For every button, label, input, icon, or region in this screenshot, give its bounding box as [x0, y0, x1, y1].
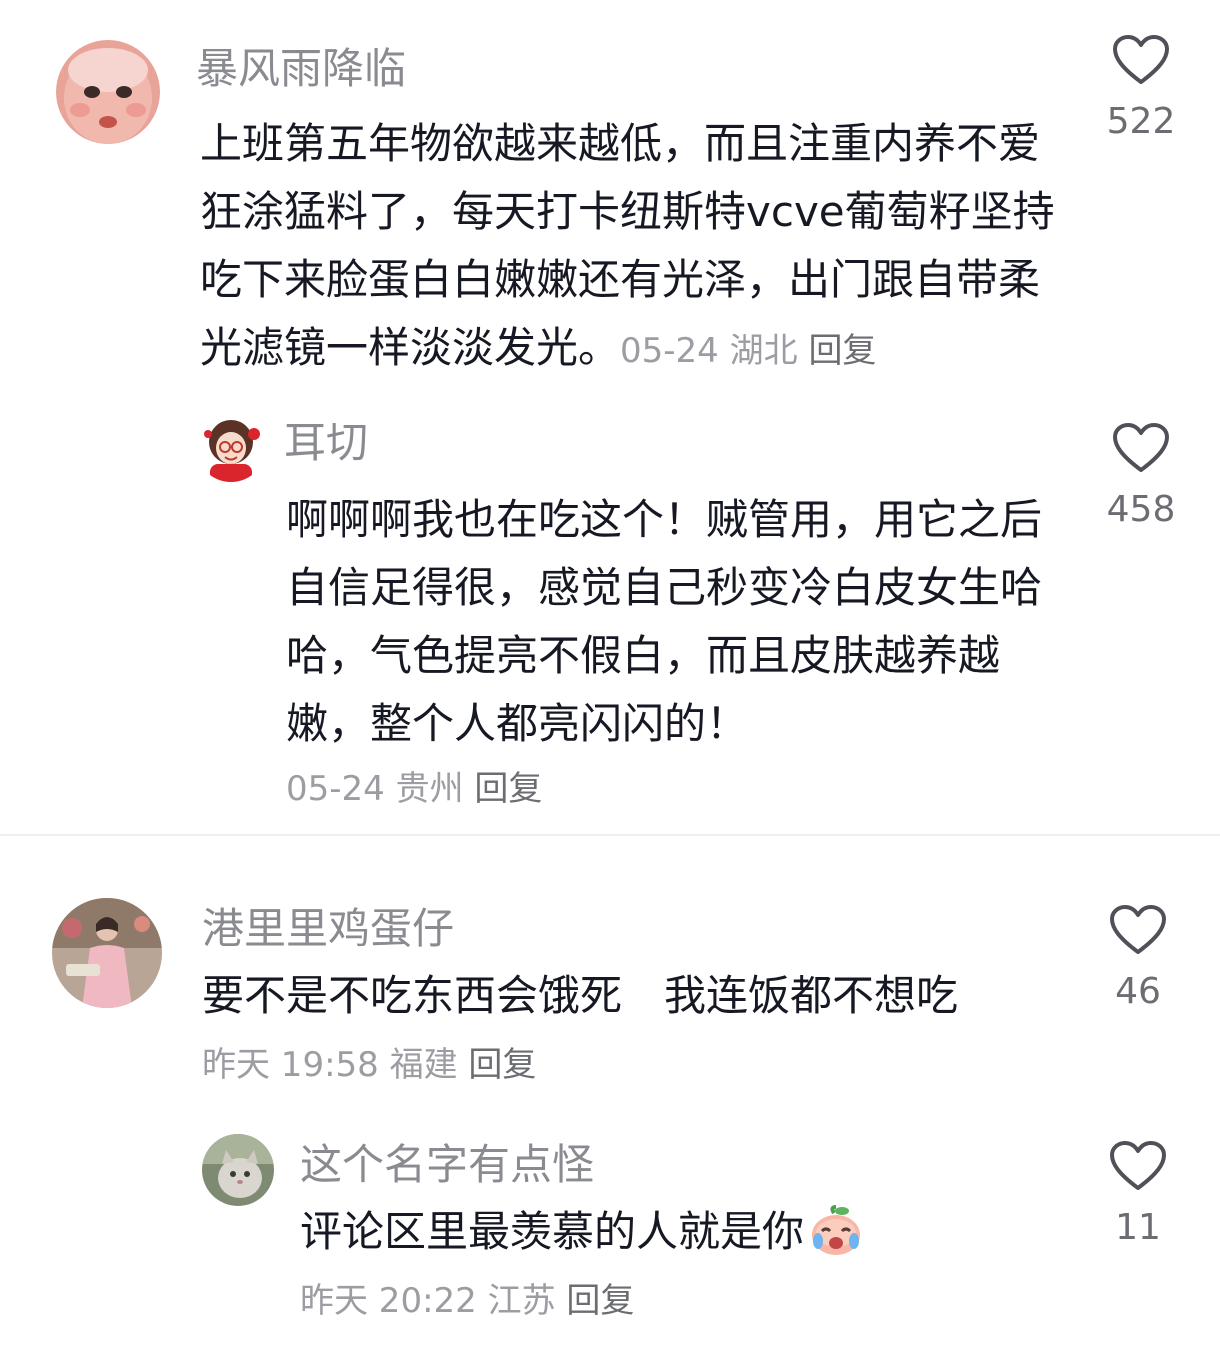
comment-username[interactable]: 这个名字有点怪: [300, 1144, 594, 1186]
comment-body: 评论区里最羡慕的人就是你: [300, 1207, 805, 1256]
comment-location: 贵州: [395, 769, 464, 809]
like-count: 522: [1106, 101, 1176, 142]
cartoon-girl-avatar-icon[interactable]: [196, 412, 266, 482]
like-button[interactable]: 522: [1091, 34, 1191, 140]
comment-meta: 05-24 贵州 回复: [286, 772, 542, 806]
reply-button[interactable]: 回复: [468, 1045, 536, 1085]
comment-text: 评论区里最羡慕的人就是你: [300, 1198, 1060, 1266]
comment-date: 05-24: [286, 769, 385, 809]
like-count: 46: [1115, 971, 1161, 1012]
reply-comment-item: 耳切 啊啊啊我也在吃这个！贼管用，用它之后自信足得很，感觉自己秒变冷白皮女生哈哈…: [0, 400, 1220, 830]
woman-in-pink-dress-avatar-icon[interactable]: [52, 898, 162, 1008]
comment-date: 05-24: [620, 331, 719, 371]
comment-body: 要不是不吃东西会饿死 我连饭都不想吃: [202, 971, 959, 1020]
comment-username[interactable]: 暴风雨降临: [196, 48, 406, 90]
crying-peach-emoji-icon: [808, 1203, 864, 1259]
comment-text: 啊啊啊我也在吃这个！贼管用，用它之后自信足得很，感觉自己秒变冷白皮女生哈哈，气色…: [286, 486, 1056, 758]
like-count: 458: [1106, 489, 1176, 530]
comment-location: 江苏: [487, 1281, 556, 1321]
comment-body: 啊啊啊我也在吃这个！贼管用，用它之后自信足得很，感觉自己秒变冷白皮女生哈哈，气色…: [286, 495, 1043, 748]
reply-comment-item: 这个名字有点怪 评论区里最羡慕的人就是你 昨天 20:22 江苏 回复 11: [0, 1120, 1220, 1360]
heart-outline-icon: [1110, 1141, 1166, 1190]
comment-username[interactable]: 耳切: [284, 422, 368, 464]
like-button[interactable]: 11: [1088, 1140, 1188, 1246]
reply-button[interactable]: 回复: [808, 331, 876, 371]
baby-face-avatar-icon[interactable]: [56, 40, 160, 144]
comment-meta: 05-24 湖北 回复: [620, 331, 876, 371]
comment-date: 昨天 19:58: [202, 1045, 379, 1085]
comment-location: 福建: [389, 1045, 458, 1085]
reply-button[interactable]: 回复: [474, 769, 542, 809]
comment-divider: [0, 834, 1220, 836]
comment-location: 湖北: [729, 331, 798, 371]
heart-outline-icon: [1113, 35, 1169, 84]
cat-photo-avatar-icon[interactable]: [202, 1134, 274, 1206]
comment-text: 上班第五年物欲越来越低，而且注重内养不爱狂涂猛料了，每天打卡纽斯特vcve葡萄籽…: [200, 110, 1060, 385]
like-count: 11: [1115, 1207, 1161, 1248]
heart-outline-icon: [1110, 905, 1166, 954]
comment-username[interactable]: 港里里鸡蛋仔: [202, 908, 454, 950]
comment-date: 昨天 20:22: [300, 1281, 477, 1321]
like-button[interactable]: 46: [1088, 904, 1188, 1010]
comment-meta: 昨天 20:22 江苏 回复: [300, 1284, 634, 1318]
comment-item: 暴风雨降临 上班第五年物欲越来越低，而且注重内养不爱狂涂猛料了，每天打卡纽斯特v…: [0, 0, 1220, 400]
comment-item: 港里里鸡蛋仔 要不是不吃东西会饿死 我连饭都不想吃 昨天 19:58 福建 回复…: [0, 880, 1220, 1110]
heart-outline-icon: [1113, 423, 1169, 472]
like-button[interactable]: 458: [1091, 422, 1191, 528]
reply-button[interactable]: 回复: [566, 1281, 634, 1321]
comment-meta: 昨天 19:58 福建 回复: [202, 1048, 536, 1082]
comment-text: 要不是不吃东西会饿死 我连饭都不想吃: [202, 962, 1062, 1030]
